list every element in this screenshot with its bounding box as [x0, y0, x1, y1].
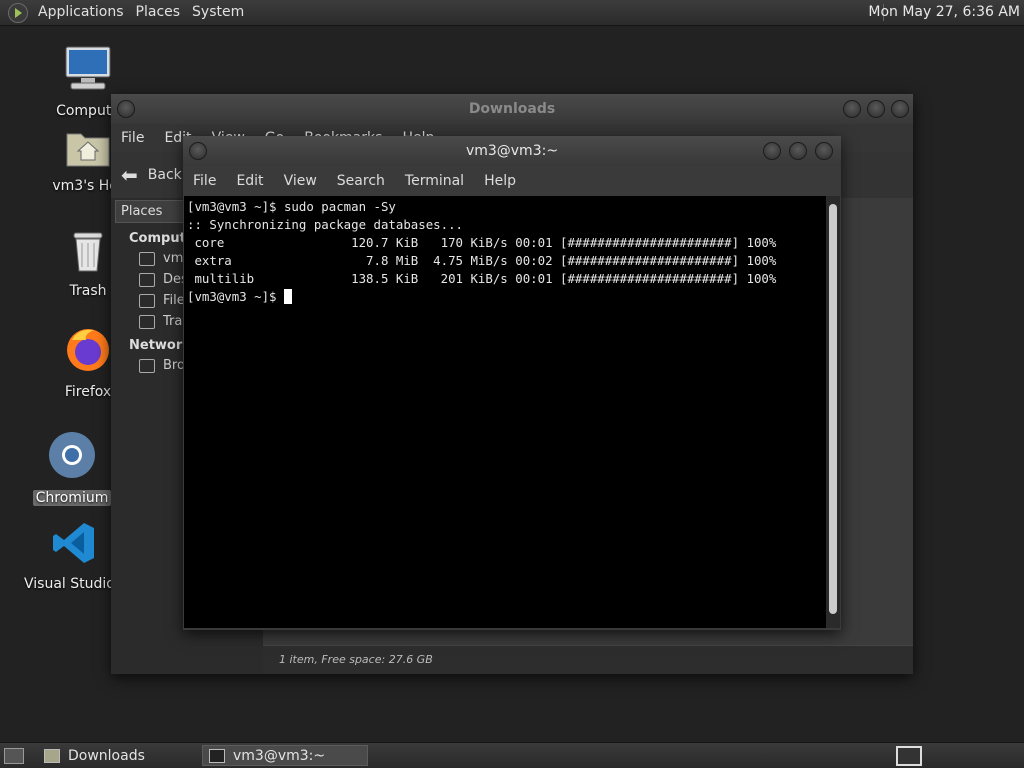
terminal-prompt-line[interactable]: [vm3@vm3 ~]$	[187, 288, 826, 306]
desktop-icon	[139, 272, 155, 287]
menu-file[interactable]: File	[183, 173, 226, 189]
minimize-icon[interactable]	[843, 100, 861, 118]
trash-icon	[73, 232, 103, 272]
chromium-icon	[49, 432, 95, 478]
menu-edit[interactable]: Edit	[226, 173, 273, 189]
terminal-line: core 120.7 KiB 170 KiB/s 00:01 [########…	[187, 235, 777, 250]
sidebar-item-label: Bro	[163, 358, 185, 373]
computer-icon	[65, 46, 111, 90]
places-label: Places	[121, 204, 163, 219]
close-icon[interactable]	[815, 142, 833, 160]
show-desktop-icon[interactable]	[4, 747, 24, 764]
menu-search[interactable]: Search	[327, 173, 395, 189]
sidebar-item-label: Tra	[163, 314, 183, 329]
menu-file[interactable]: File	[111, 130, 154, 146]
back-button[interactable]: ⬅ Back	[121, 163, 182, 187]
status-bar: 1 item, Free space: 27.6 GB	[263, 645, 913, 674]
menu-applications[interactable]: Applications	[32, 0, 130, 25]
home-icon	[139, 251, 155, 266]
maximize-icon[interactable]	[789, 142, 807, 160]
close-icon[interactable]	[891, 100, 909, 118]
back-arrow-icon: ⬅	[121, 163, 138, 187]
menu-system[interactable]: System	[186, 0, 250, 25]
terminal-line: multilib 138.5 KiB 201 KiB/s 00:01 [####…	[187, 271, 777, 286]
firefox-icon	[67, 329, 109, 371]
terminal-icon	[209, 748, 225, 763]
distro-logo-icon[interactable]	[8, 2, 28, 23]
terminal-output[interactable]: [vm3@vm3 ~]$ sudo pacman -Sy:: Synchroni…	[184, 196, 826, 628]
window-title: Downloads	[468, 101, 556, 117]
terminal-line: :: Synchronizing package databases...	[187, 217, 464, 232]
taskbar-item-downloads[interactable]: Downloads	[38, 745, 198, 766]
menubar: File Edit View Search Terminal Help	[183, 166, 841, 196]
window-menu-icon[interactable]	[189, 142, 207, 160]
sidebar-places-dropdown[interactable]: Places	[115, 200, 187, 223]
menu-places[interactable]: Places	[130, 0, 187, 25]
desktop-icon-chromium[interactable]: Chromium	[22, 430, 122, 506]
terminal-line: extra 7.8 MiB 4.75 MiB/s 00:02 [########…	[187, 253, 777, 268]
terminal-line: [vm3@vm3 ~]$ sudo pacman -Sy	[187, 199, 396, 214]
taskbar-item-terminal[interactable]: vm3@vm3:~	[202, 745, 368, 766]
maximize-icon[interactable]	[867, 100, 885, 118]
bottom-panel: Downloads vm3@vm3:~	[0, 742, 1024, 768]
menu-view[interactable]: View	[274, 173, 327, 189]
desktop-icon-vscode[interactable]: Visual Studio Co	[24, 520, 138, 592]
desktop-icon-label: Trash	[69, 283, 107, 299]
trash-icon	[139, 314, 155, 329]
window-menu-icon[interactable]	[117, 100, 135, 118]
menu-help[interactable]: Help	[474, 173, 526, 189]
scrollbar-thumb[interactable]	[829, 204, 837, 614]
folder-icon	[44, 748, 60, 763]
window-titlebar[interactable]: Downloads	[111, 94, 913, 124]
desktop-icon-label: Chromium	[32, 490, 112, 506]
minimize-icon[interactable]	[763, 142, 781, 160]
window-titlebar[interactable]: vm3@vm3:~	[183, 136, 841, 166]
terminal-window[interactable]: vm3@vm3:~ File Edit View Search Terminal…	[183, 136, 841, 630]
back-label: Back	[147, 167, 182, 183]
home-folder-icon	[66, 133, 110, 167]
clock[interactable]: Mon May 27, 6:36 AM	[868, 0, 1020, 25]
taskbar-item-label: Downloads	[68, 747, 145, 764]
window-title: vm3@vm3:~	[465, 143, 559, 159]
menu-terminal[interactable]: Terminal	[395, 173, 474, 189]
network-icon	[139, 358, 155, 373]
taskbar-item-label: vm3@vm3:~	[233, 747, 326, 764]
text-cursor	[283, 289, 292, 304]
workspace-switcher[interactable]	[896, 746, 922, 766]
terminal-prompt: [vm3@vm3 ~]$	[187, 289, 284, 304]
sidebar-item-label: File	[163, 293, 185, 308]
drive-icon	[139, 293, 155, 308]
terminal-scrollbar[interactable]	[826, 196, 840, 628]
vscode-icon	[53, 523, 94, 563]
top-panel: Applications Places System Mon May 27, 6…	[0, 0, 1024, 26]
desktop-icon-label: Firefox	[64, 384, 112, 400]
